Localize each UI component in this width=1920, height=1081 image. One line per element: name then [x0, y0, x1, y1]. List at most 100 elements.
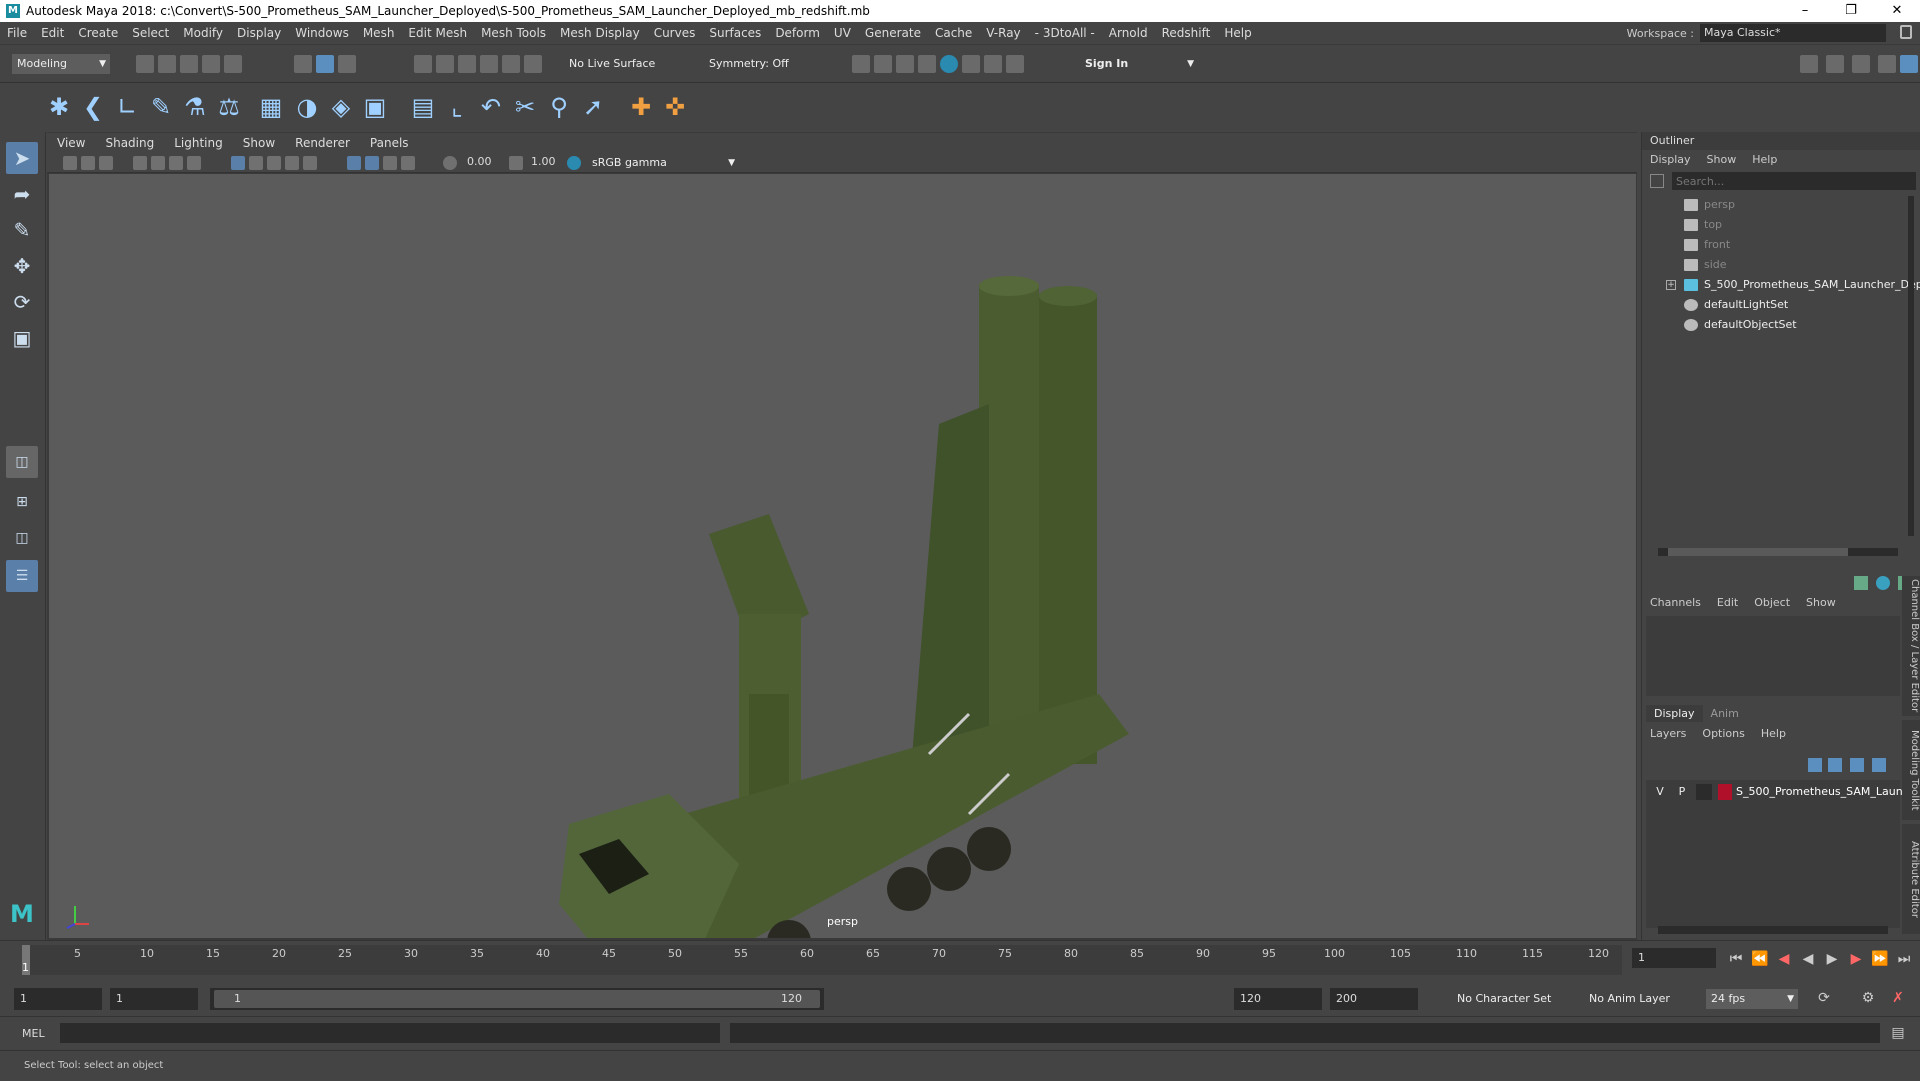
layer-menu-help[interactable]: Help [1753, 727, 1794, 740]
menu-modify[interactable]: Modify [176, 26, 230, 40]
filter-icon[interactable] [1650, 174, 1664, 188]
tool-settings-icon[interactable] [1852, 55, 1870, 73]
viewport-menu-view[interactable]: View [47, 136, 95, 150]
playback-end-field[interactable]: 120 [1234, 988, 1322, 1010]
bookmark-icon[interactable] [99, 156, 113, 170]
range-handle[interactable] [214, 990, 820, 1008]
attribute-editor-icon[interactable] [1826, 55, 1844, 73]
snap-pivot-icon[interactable]: ✜ [660, 92, 690, 122]
bevel-icon[interactable]: ⌞ [442, 92, 472, 122]
gamma-icon[interactable] [509, 156, 523, 170]
time-slider[interactable]: 1 5 10 15 20 25 30 35 40 45 50 55 60 65 … [0, 940, 1920, 980]
maximize-button[interactable]: ❐ [1828, 0, 1874, 22]
undo-icon[interactable] [202, 55, 220, 73]
close-button[interactable]: ✕ [1874, 0, 1920, 22]
lasso-tool-icon[interactable]: ➦ [6, 178, 38, 210]
menu-mesh-tools[interactable]: Mesh Tools [474, 26, 553, 40]
expand-icon[interactable]: + [1666, 280, 1676, 290]
snap-view-icon[interactable] [480, 55, 498, 73]
outliner-menu-display[interactable]: Display [1642, 153, 1699, 166]
viewport-menu-renderer[interactable]: Renderer [285, 136, 360, 150]
select-camera-icon[interactable] [63, 156, 77, 170]
poly-cube-icon[interactable]: ▦ [256, 92, 286, 122]
lock-icon[interactable] [1900, 25, 1912, 39]
live-surface-field[interactable]: No Live Surface [564, 54, 660, 74]
channel-menu-show[interactable]: Show [1798, 596, 1844, 609]
single-perspective-layout-icon[interactable]: ◫ [6, 446, 38, 478]
smooth-shade-icon[interactable] [249, 156, 263, 170]
step-back-key-icon[interactable]: ⏪ [1750, 949, 1770, 969]
play-backward-icon[interactable]: ◀ [1798, 949, 1818, 969]
layer-reference-toggle[interactable] [1696, 784, 1712, 800]
mode-dropdown[interactable]: Modeling ▼ [12, 54, 110, 74]
layer-move-up-icon[interactable] [1808, 758, 1822, 772]
pause-viewport-icon[interactable] [1006, 55, 1024, 73]
quick-rig-icon[interactable]: ⚗ [180, 92, 210, 122]
fps-dropdown[interactable]: 24 fps ▼ [1706, 989, 1798, 1009]
two-view-layout-icon[interactable]: ◫ [6, 522, 38, 554]
poly-cylinder-icon[interactable]: ◈ [326, 92, 356, 122]
channel-attr-icon[interactable] [1876, 576, 1890, 590]
side-tab-attribute-editor[interactable]: Attribute Editor [1902, 824, 1920, 934]
save-scene-icon[interactable] [180, 55, 198, 73]
ambient-occlusion-icon[interactable] [401, 156, 415, 170]
create-locator-icon[interactable]: ✱ [44, 92, 74, 122]
step-forward-key-icon[interactable]: ⏩ [1870, 949, 1890, 969]
current-frame-field[interactable]: 1 [1632, 948, 1716, 968]
colorspace-dropdown[interactable]: sRGB gamma ▼ [587, 154, 739, 172]
open-scene-icon[interactable] [158, 55, 176, 73]
channel-box-icon[interactable] [1854, 576, 1868, 590]
menu-select[interactable]: Select [125, 26, 176, 40]
layer-visibility-toggle[interactable]: V [1652, 784, 1668, 800]
outliner-item-top[interactable]: top [1684, 216, 1722, 234]
render-setup-icon[interactable] [962, 55, 980, 73]
workspace-dropdown[interactable]: Maya Classic* [1700, 24, 1886, 42]
rotate-tool-icon[interactable]: ⟳ [6, 286, 38, 318]
isolate-select-icon[interactable] [347, 156, 361, 170]
viewport-menu-show[interactable]: Show [233, 136, 285, 150]
xray-joints-icon[interactable] [383, 156, 397, 170]
menu-edit-mesh[interactable]: Edit Mesh [401, 26, 474, 40]
layer-playback-toggle[interactable]: P [1674, 784, 1690, 800]
script-editor-icon[interactable]: ▤ [1888, 1023, 1908, 1043]
channel-menu-edit[interactable]: Edit [1709, 596, 1746, 609]
side-tab-modeling-toolkit[interactable]: Modeling Toolkit [1902, 720, 1920, 820]
layer-menu-options[interactable]: Options [1694, 727, 1752, 740]
menu-display[interactable]: Display [230, 26, 288, 40]
character-set-dropdown[interactable]: No Character Set [1452, 989, 1582, 1009]
menu-mesh[interactable]: Mesh [356, 26, 402, 40]
outliner-toggle-icon[interactable] [1878, 55, 1896, 73]
playback-start-field[interactable]: 1 [110, 988, 198, 1010]
outliner-menu-show[interactable]: Show [1699, 153, 1745, 166]
menu-surfaces[interactable]: Surfaces [702, 26, 768, 40]
3d-viewport[interactable]: persp [49, 174, 1636, 938]
poly-plane-icon[interactable]: ▣ [360, 92, 390, 122]
menu-deform[interactable]: Deform [768, 26, 827, 40]
cv-curve-icon[interactable]: ❮ [78, 92, 108, 122]
time-ruler[interactable]: 1 5 10 15 20 25 30 35 40 45 50 55 60 65 … [22, 945, 1622, 975]
snap-surface-icon[interactable] [502, 55, 520, 73]
outliner-item-default-light-set[interactable]: defaultLightSet [1684, 296, 1788, 314]
wireframe-icon[interactable] [231, 156, 245, 170]
render-view-icon[interactable] [852, 55, 870, 73]
menu-create[interactable]: Create [71, 26, 125, 40]
layer-scrollbar[interactable] [1658, 926, 1888, 934]
menu-3dtoall[interactable]: - 3DtoAll - [1028, 26, 1102, 40]
exposure-icon[interactable] [443, 156, 457, 170]
menu-file[interactable]: File [0, 26, 34, 40]
paint-select-icon[interactable]: ✎ [6, 214, 38, 246]
pencil-curve-icon[interactable]: ✎ [146, 92, 176, 122]
outliner-search-input[interactable] [1672, 172, 1916, 190]
select-component-icon[interactable] [338, 55, 356, 73]
outliner-item-launcher-group[interactable]: S_500_Prometheus_SAM_Launcher_Depl [1684, 276, 1920, 294]
channel-menu-object[interactable]: Object [1746, 596, 1798, 609]
exposure-value[interactable]: 0.00 [467, 155, 492, 168]
viewport-menu-shading[interactable]: Shading [95, 136, 164, 150]
menu-cache[interactable]: Cache [928, 26, 979, 40]
menu-uv[interactable]: UV [827, 26, 858, 40]
layer-name[interactable]: S_500_Prometheus_SAM_Launc [1736, 784, 1909, 800]
new-layer-selected-icon[interactable] [1872, 758, 1886, 772]
layer-move-down-icon[interactable] [1828, 758, 1842, 772]
viewport-menu-panels[interactable]: Panels [360, 136, 419, 150]
snap-curve-icon[interactable] [436, 55, 454, 73]
